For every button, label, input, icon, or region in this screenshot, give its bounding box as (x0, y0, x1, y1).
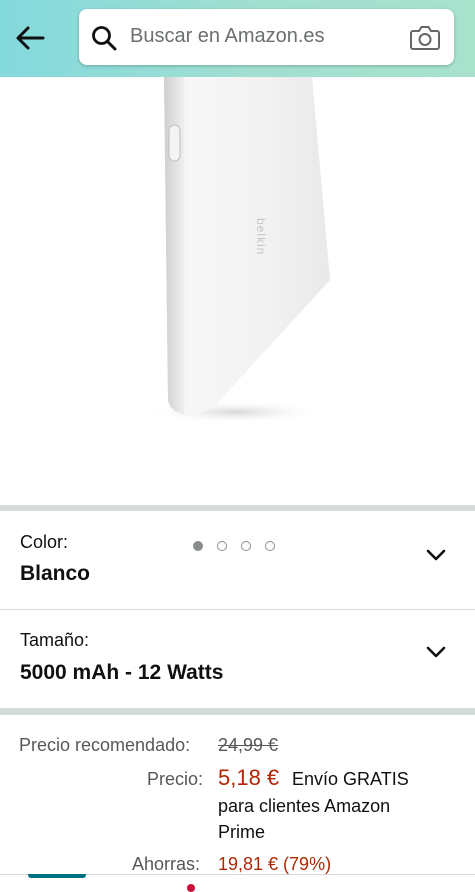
top-bar: Buscar en Amazon.es (0, 0, 475, 77)
product-image[interactable]: belkin (0, 77, 475, 457)
price-block: Precio recomendado: 24,99 € Precio: 5,18… (0, 715, 475, 875)
rrp-label: Precio recomendado: (19, 735, 191, 755)
notification-dot-icon (187, 884, 195, 892)
camera-icon[interactable] (409, 23, 441, 51)
color-value: Blanco (20, 562, 91, 585)
size-label: Tamaño: (20, 630, 90, 650)
shipping-line-3: Prime (218, 822, 266, 842)
active-tab-indicator (28, 874, 86, 878)
savings-value: 19,81 € (79%) (218, 854, 332, 874)
rrp-value: 24,99 € (218, 735, 279, 755)
price-label: Precio: (147, 769, 204, 789)
back-arrow-icon[interactable] (14, 24, 46, 52)
size-selector[interactable]: Tamaño: 5000 mAh - 12 Watts (0, 610, 475, 708)
product-image-gallery[interactable]: belkin (0, 77, 475, 551)
color-label: Color: (20, 532, 69, 552)
shipping-line-2: para clientes Amazon (218, 796, 391, 816)
search-icon (92, 26, 117, 51)
savings-label: Ahorras: (132, 854, 201, 874)
size-value: 5000 mAh - 12 Watts (20, 661, 224, 684)
chevron-down-icon[interactable] (426, 645, 446, 659)
svg-text:belkin: belkin (254, 218, 268, 255)
chevron-down-icon[interactable] (426, 548, 446, 562)
search-placeholder[interactable]: Buscar en Amazon.es (130, 25, 325, 48)
section-divider (0, 708, 475, 715)
shipping-line-1: Envío GRATIS (292, 769, 409, 789)
search-bar[interactable]: Buscar en Amazon.es (79, 9, 454, 65)
color-selector[interactable]: Color: Blanco (0, 511, 475, 609)
price-value: 5,18 € (218, 765, 280, 790)
